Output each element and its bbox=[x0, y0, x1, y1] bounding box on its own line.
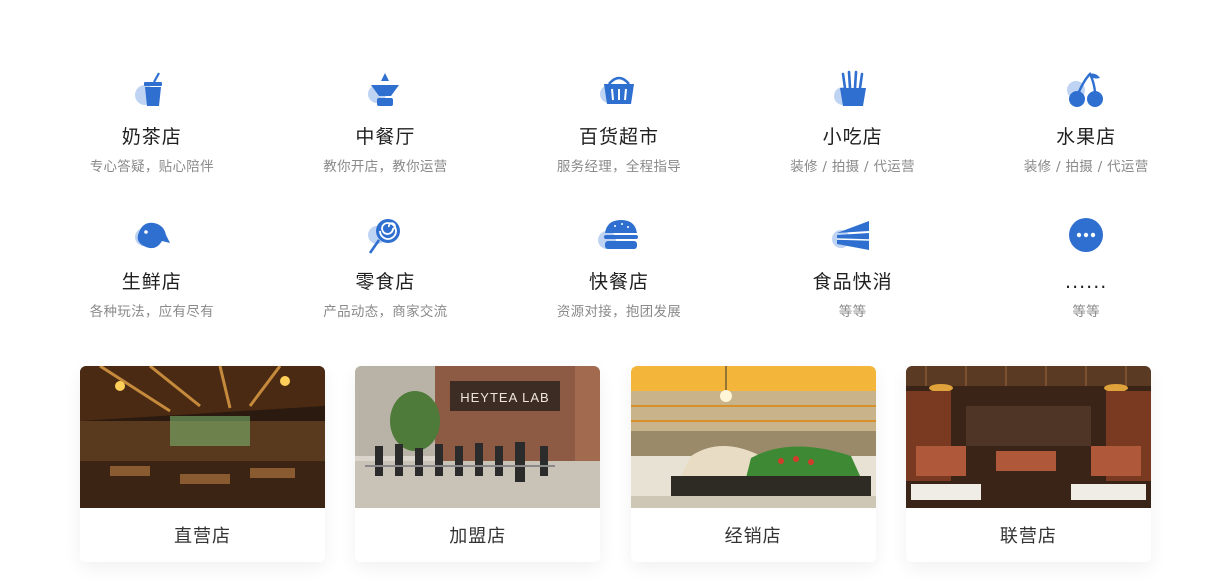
category-more[interactable]: ...... 等等 bbox=[969, 205, 1203, 331]
category-subtitle: 资源对接，抱团发展 bbox=[556, 304, 682, 320]
category-subtitle: 教你开店，教你运营 bbox=[323, 159, 448, 175]
category-snack-shop[interactable]: 小吃店 装修 / 拍摄 / 代运营 bbox=[736, 60, 970, 186]
category-subtitle: 等等 bbox=[838, 304, 867, 320]
category-subtitle: 装修 / 拍摄 / 代运营 bbox=[790, 159, 915, 175]
category-subtitle: 服务经理，全程指导 bbox=[556, 159, 682, 175]
storefront-queue-photo: HEYTEA LAB bbox=[355, 366, 601, 508]
category-title: 生鲜店 bbox=[121, 271, 182, 293]
store-types: 直营店 HEYTEA LAB 加盟店 经销店 联营店 bbox=[80, 366, 1152, 562]
category-title: 中餐厅 bbox=[355, 126, 416, 148]
category-title: 零食店 bbox=[355, 271, 416, 293]
store-card-direct[interactable]: 直营店 bbox=[80, 366, 325, 562]
category-title: 百货超市 bbox=[578, 126, 659, 148]
store-card-distributor[interactable]: 经销店 bbox=[630, 366, 876, 562]
milk-tea-icon bbox=[128, 66, 176, 114]
category-fruit-shop[interactable]: 水果店 装修 / 拍摄 / 代运营 bbox=[969, 60, 1203, 186]
cake-icon bbox=[829, 211, 877, 259]
more-icon bbox=[1062, 211, 1110, 259]
fries-icon bbox=[829, 66, 877, 114]
category-title: 水果店 bbox=[1056, 126, 1117, 148]
category-title: 奶茶店 bbox=[121, 126, 182, 148]
store-card-franchise[interactable]: HEYTEA LAB 加盟店 bbox=[355, 366, 601, 562]
chinese-food-icon bbox=[361, 66, 409, 114]
store-card-joint[interactable]: 联营店 bbox=[905, 366, 1151, 562]
store-label: 直营店 bbox=[174, 526, 231, 547]
category-title: ...... bbox=[1065, 271, 1108, 293]
category-title: 快餐店 bbox=[588, 271, 649, 293]
restaurant-interior-photo bbox=[80, 366, 325, 508]
category-subtitle: 专心答疑，贴心陪伴 bbox=[89, 159, 214, 175]
category-snack-food[interactable]: 零食店 产品动态，商家交流 bbox=[269, 205, 503, 331]
supermarket-produce-photo bbox=[630, 366, 876, 508]
dining-hall-photo bbox=[905, 366, 1151, 508]
category-subtitle: 各种玩法，应有尽有 bbox=[89, 304, 214, 320]
category-title: 小吃店 bbox=[822, 126, 883, 148]
category-fresh-food[interactable]: 生鲜店 各种玩法，应有尽有 bbox=[35, 205, 269, 331]
category-fast-food[interactable]: 快餐店 资源对接，抱团发展 bbox=[502, 205, 736, 331]
category-fmcg[interactable]: 食品快消 等等 bbox=[736, 205, 970, 331]
burger-icon bbox=[595, 211, 643, 259]
store-label: 加盟店 bbox=[449, 526, 507, 547]
category-grid: 奶茶店 专心答疑，贴心陪伴 中餐厅 教你开店，教你运营 百货超市 服务经理，全程… bbox=[35, 60, 1203, 331]
svg-text:HEYTEA LAB: HEYTEA LAB bbox=[461, 390, 550, 405]
fish-icon bbox=[128, 211, 176, 259]
category-title: 食品快消 bbox=[812, 271, 893, 293]
lollipop-icon bbox=[361, 211, 409, 259]
category-milk-tea[interactable]: 奶茶店 专心答疑，贴心陪伴 bbox=[35, 60, 269, 186]
cherry-icon bbox=[1062, 66, 1110, 114]
category-subtitle: 装修 / 拍摄 / 代运营 bbox=[1023, 159, 1149, 175]
shopping-basket-icon bbox=[595, 66, 643, 114]
category-department-store[interactable]: 百货超市 服务经理，全程指导 bbox=[502, 60, 736, 186]
category-subtitle: 等等 bbox=[1072, 304, 1100, 320]
store-label: 经销店 bbox=[724, 526, 782, 547]
store-label: 联营店 bbox=[999, 526, 1057, 547]
category-chinese-restaurant[interactable]: 中餐厅 教你开店，教你运营 bbox=[269, 60, 503, 186]
category-subtitle: 产品动态，商家交流 bbox=[323, 304, 448, 320]
